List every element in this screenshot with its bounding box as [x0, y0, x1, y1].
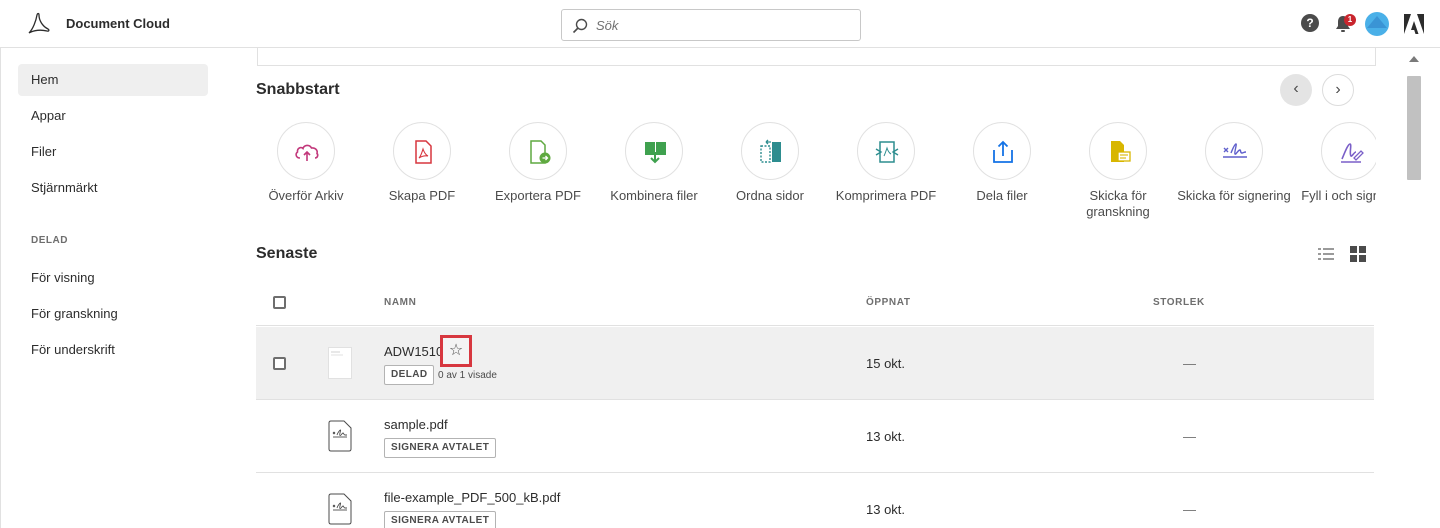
- recent-title: Senaste: [256, 245, 318, 262]
- sidebar-item-home[interactable]: Hem: [18, 64, 208, 96]
- tool-label: Komprimera PDF: [835, 188, 937, 203]
- tool-organize-pages[interactable]: Ordna sidor: [712, 122, 828, 204]
- view-count: 0 av 1 visade: [438, 370, 497, 381]
- page-scrollbar[interactable]: [1405, 48, 1440, 528]
- sidebar-item-for-signature[interactable]: För underskrift: [18, 334, 208, 366]
- select-all-checkbox[interactable]: [273, 296, 286, 309]
- row-checkbox[interactable]: [273, 357, 286, 370]
- tool-label: Överför Arkiv: [268, 188, 344, 203]
- sidebar: Hem Appar Filer Stjärnmärkt DELAD För vi…: [0, 48, 225, 528]
- opened-date: 15 okt.: [866, 356, 906, 371]
- search-box[interactable]: [561, 9, 861, 41]
- send-sign-icon: [1223, 143, 1247, 158]
- scrollbar-thumb[interactable]: [1407, 76, 1421, 180]
- tool-label: Exportera PDF: [495, 188, 581, 203]
- upload-cloud-icon: [295, 144, 319, 161]
- tool-label: Kombinera filer: [610, 188, 698, 203]
- tool-upload-archive[interactable]: Överför Arkiv: [256, 122, 364, 204]
- user-avatar[interactable]: [1365, 12, 1389, 36]
- table-row[interactable]: file-example_PDF_500_kB.pdf SIGNERA AVTA…: [256, 473, 1374, 528]
- help-icon[interactable]: ?: [1301, 14, 1319, 32]
- tool-label: Dela filer: [976, 188, 1028, 203]
- table-row[interactable]: sample.pdf SIGNERA AVTALET 13 okt. —: [256, 400, 1374, 473]
- app-title[interactable]: Document Cloud: [66, 16, 170, 31]
- sidebar-item-files[interactable]: Filer: [18, 136, 208, 168]
- quickstart-title: Snabbstart: [256, 81, 340, 98]
- carousel-next-button[interactable]: ›: [1322, 74, 1354, 106]
- sign-document-icon: [328, 493, 352, 525]
- star-icon: ☆: [448, 342, 464, 359]
- file-size: —: [1183, 502, 1196, 517]
- sidebar-item-for-review[interactable]: För granskning: [18, 298, 208, 330]
- carousel-prev-button[interactable]: ‹: [1280, 74, 1312, 106]
- opened-date: 13 okt.: [866, 502, 906, 517]
- file-size: —: [1183, 429, 1196, 444]
- status-tag: SIGNERA AVTALET: [384, 438, 497, 458]
- tool-send-for-review[interactable]: Skicka för granskning: [1060, 122, 1176, 220]
- opened-date: 13 okt.: [866, 429, 906, 444]
- quickstart-tools: Överför Arkiv Skapa PDF Exportera PDF Ko…: [256, 122, 1376, 232]
- export-pdf-icon: [530, 140, 551, 164]
- tool-export-pdf[interactable]: Exportera PDF: [480, 122, 596, 204]
- organize-pages-icon: [760, 139, 781, 163]
- sidebar-item-apps[interactable]: Appar: [18, 100, 208, 132]
- tool-label: Fyll i och signera: [1301, 188, 1376, 203]
- main-content: Snabbstart ‹ › Överför Arkiv Skapa PDF E…: [225, 48, 1405, 528]
- tool-create-pdf[interactable]: Skapa PDF: [364, 122, 480, 204]
- search-input[interactable]: [596, 15, 846, 35]
- sign-document-icon: [328, 420, 352, 452]
- file-thumbnail: [328, 347, 352, 379]
- top-bar: Document Cloud ? 1: [0, 0, 1440, 48]
- table-row[interactable]: ADW1510 ☆ DELAD 0 av 1 visade 15 okt. —: [256, 327, 1374, 400]
- list-view-icon[interactable]: [1317, 245, 1335, 263]
- column-header-size[interactable]: STORLEK: [1153, 297, 1205, 308]
- status-tag: SIGNERA AVTALET: [384, 511, 497, 528]
- file-name[interactable]: sample.pdf: [384, 417, 448, 432]
- scroll-up-arrow-icon[interactable]: [1409, 56, 1419, 62]
- sidebar-item-starred[interactable]: Stjärnmärkt: [18, 172, 208, 204]
- file-name[interactable]: ADW1510: [384, 344, 443, 359]
- column-header-opened[interactable]: ÖPPNAT: [866, 297, 911, 308]
- create-pdf-icon: [415, 140, 432, 164]
- share-files-icon: [993, 140, 1013, 163]
- tool-share-files[interactable]: Dela filer: [944, 122, 1060, 204]
- tool-label: Ordna sidor: [736, 188, 804, 203]
- status-tag: DELAD: [384, 365, 435, 385]
- column-header-name[interactable]: NAMN: [384, 297, 416, 308]
- adobe-logo-icon[interactable]: [1403, 13, 1425, 35]
- acrobat-logo-icon[interactable]: [25, 11, 51, 37]
- tool-send-for-signature[interactable]: Skicka för signering: [1176, 122, 1292, 204]
- sidebar-heading-shared: DELAD: [31, 235, 68, 246]
- top-card: [257, 48, 1376, 66]
- notification-badge: 1: [1344, 14, 1356, 26]
- sidebar-item-for-viewing[interactable]: För visning: [18, 262, 208, 294]
- fill-sign-icon: [1341, 143, 1364, 163]
- compress-pdf-icon: [875, 141, 899, 163]
- tool-compress-pdf[interactable]: Komprimera PDF: [828, 122, 944, 204]
- tool-label: Skicka för signering: [1177, 188, 1291, 203]
- tool-label: Skicka för granskning: [1086, 188, 1150, 219]
- tool-fill-and-sign[interactable]: Fyll i och signera: [1292, 122, 1376, 204]
- file-size: —: [1183, 356, 1196, 371]
- star-button[interactable]: ☆: [440, 335, 472, 367]
- search-icon: [572, 18, 588, 34]
- tool-combine-files[interactable]: Kombinera filer: [596, 122, 712, 204]
- table-header: NAMN ÖPPNAT STORLEK: [256, 284, 1374, 326]
- send-review-icon: [1111, 141, 1131, 162]
- tool-label: Skapa PDF: [388, 188, 456, 203]
- combine-files-icon: [645, 142, 666, 164]
- file-name[interactable]: file-example_PDF_500_kB.pdf: [384, 490, 560, 505]
- grid-view-icon[interactable]: [1349, 245, 1367, 263]
